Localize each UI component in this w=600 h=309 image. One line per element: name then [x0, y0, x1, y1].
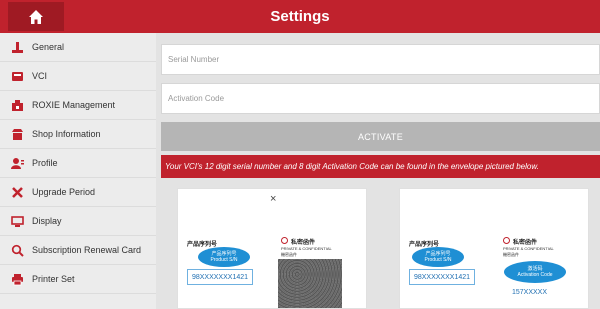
- envelope-image-right: 产品序列号 产品序列号 Product S/N 98XXXXXXX1421 私密…: [399, 188, 589, 309]
- vci-icon: [10, 69, 24, 83]
- page-title: Settings: [270, 8, 330, 25]
- display-icon: [10, 214, 24, 228]
- serial-number-box: 98XXXXXXX1421: [187, 269, 253, 285]
- sidebar-item-display[interactable]: Display: [0, 207, 156, 236]
- envelope-image-left: × 产品序列号 产品序列号 Product S/N 98XXXXXXX1421 …: [177, 188, 367, 309]
- sidebar-item-shop-information[interactable]: Shop Information: [0, 120, 156, 149]
- company-cn: 私密函件: [291, 240, 316, 246]
- roxie-icon: [10, 98, 24, 112]
- activation-code-bubble: 激活码 Activation Code: [504, 261, 566, 283]
- sidebar-item-label: Profile: [32, 158, 58, 168]
- activation-code-field[interactable]: [161, 83, 600, 114]
- search-icon: [10, 243, 24, 257]
- sidebar-item-partial[interactable]: [0, 294, 156, 309]
- serial-label-cn: 产品序列号: [187, 242, 218, 248]
- main-panel: ACTIVATE Your VCI's 12 digit serial numb…: [156, 33, 600, 309]
- profile-icon: [10, 156, 24, 170]
- serial-bubble: 产品序列号 Product S/N: [198, 247, 250, 267]
- activation-code-value: 157XXXXX: [512, 289, 548, 296]
- granite-texture: [278, 259, 342, 308]
- sidebar-item-label: Printer Set: [32, 274, 75, 284]
- serial-number-input[interactable]: [162, 45, 599, 74]
- company-en: PRIVATE & CONFIDENTIAL: [503, 246, 554, 251]
- activation-notice: Your VCI's 12 digit serial number and 8 …: [161, 155, 600, 178]
- printer-icon: [10, 272, 24, 286]
- sidebar-item-label: Shop Information: [32, 129, 101, 139]
- sidebar-item-subscription-renewal-card[interactable]: Subscription Renewal Card: [0, 236, 156, 265]
- general-icon: [10, 40, 24, 54]
- bubble-en: Product S/N: [424, 257, 452, 263]
- sidebar-item-roxie-management[interactable]: ROXIE Management: [0, 91, 156, 120]
- company-logo-icon: [281, 237, 288, 244]
- company-sub: 機密函件: [503, 252, 519, 257]
- bubble-en: Product S/N: [210, 257, 238, 263]
- company-cn: 私密函件: [513, 240, 538, 246]
- sidebar-item-label: Display: [32, 216, 62, 226]
- activation-code-input[interactable]: [162, 84, 599, 113]
- code-bubble-en: Activation Code: [517, 272, 553, 278]
- sidebar-item-profile[interactable]: Profile: [0, 149, 156, 178]
- activate-button[interactable]: ACTIVATE: [161, 122, 600, 151]
- sidebar-item-printer-set[interactable]: Printer Set: [0, 265, 156, 294]
- serial-number-field[interactable]: [161, 44, 600, 75]
- sidebar: General VCI ROXIE Management Shop Inform…: [0, 33, 156, 309]
- sidebar-item-label: ROXIE Management: [32, 100, 116, 110]
- sidebar-item-upgrade-period[interactable]: Upgrade Period: [0, 178, 156, 207]
- company-logo-icon: [503, 237, 510, 244]
- sidebar-item-general[interactable]: General: [0, 33, 156, 62]
- sidebar-item-label: Subscription Renewal Card: [32, 245, 142, 255]
- company-en: PRIVATE & CONFIDENTIAL: [281, 246, 332, 251]
- sidebar-item-label: Upgrade Period: [32, 187, 96, 197]
- sidebar-item-vci[interactable]: VCI: [0, 62, 156, 91]
- sidebar-item-label: VCI: [32, 71, 48, 81]
- shop-icon: [10, 127, 24, 141]
- top-bar: Settings: [0, 0, 600, 33]
- serial-bubble: 产品序列号 Product S/N: [412, 247, 464, 267]
- close-mark: ×: [270, 193, 277, 205]
- sidebar-item-label: General: [32, 42, 65, 52]
- upgrade-icon: [10, 185, 24, 199]
- company-sub: 機密函件: [281, 252, 297, 257]
- serial-number-box: 98XXXXXXX1421: [409, 269, 475, 285]
